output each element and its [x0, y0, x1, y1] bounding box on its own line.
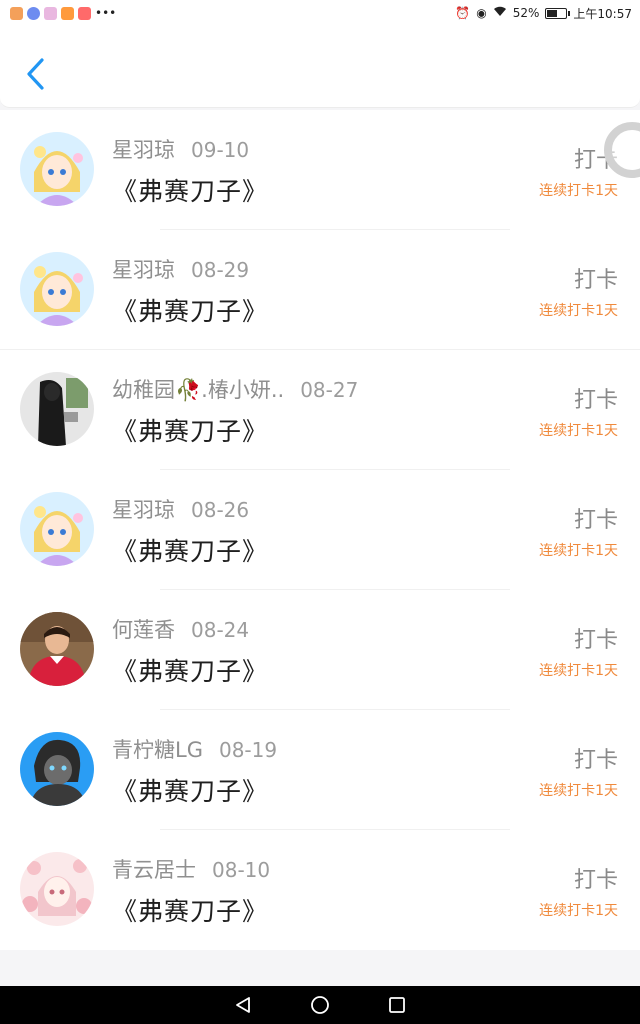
list-item[interactable]: 星羽琼 09-10 《弗赛刀子》 打卡 连续打卡1天 [0, 110, 640, 230]
book-title[interactable]: 《弗赛刀子》 [112, 292, 268, 328]
book-title[interactable]: 《弗赛刀子》 [112, 892, 268, 928]
streak-label: 连续打卡1天 [539, 903, 618, 919]
checkin-date: 09-10 [191, 138, 250, 162]
user-name[interactable]: 何莲香 [112, 614, 175, 644]
user-name[interactable]: 青柠糖LG [112, 734, 203, 764]
avatar[interactable] [20, 612, 94, 686]
status-bar: ••• ⏰ ◉ 52% 上午10:57 [0, 0, 640, 26]
alarm-icon: ⏰ [455, 6, 471, 20]
avatar[interactable] [20, 852, 94, 926]
more-dots-icon: ••• [95, 6, 117, 20]
battery-icon [545, 7, 571, 19]
checkin-date: 08-26 [191, 498, 250, 522]
streak-label: 连续打卡1天 [539, 663, 618, 679]
checkin-date: 08-29 [191, 258, 250, 282]
top-app-bar [0, 26, 640, 108]
user-name[interactable]: 星羽琼 [112, 494, 175, 524]
avatar[interactable] [20, 732, 94, 806]
app-notification-icon [27, 6, 40, 20]
clock: 上午10:57 [573, 6, 632, 21]
checkin-label: 打卡 [573, 748, 618, 773]
battery-percent: 52% [512, 6, 540, 20]
list-item[interactable]: 幼稚园🥀.椿小妍.. 08-27 《弗赛刀子》 打卡 连续打卡1天 [0, 350, 640, 470]
user-name[interactable]: 青云居士 [112, 854, 196, 884]
list-item[interactable]: 青云居士 08-10 《弗赛刀子》 打卡 连续打卡1天 [0, 830, 640, 950]
book-title[interactable]: 《弗赛刀子》 [112, 172, 268, 208]
book-title[interactable]: 《弗赛刀子》 [112, 532, 268, 568]
streak-label: 连续打卡1天 [539, 543, 618, 559]
streak-label: 连续打卡1天 [539, 303, 618, 319]
back-button[interactable] [18, 54, 52, 94]
list-item[interactable]: 星羽琼 08-29 《弗赛刀子》 打卡 连续打卡1天 [0, 230, 640, 350]
checkin-label: 打卡 [573, 268, 618, 293]
system-navigation-bar [0, 986, 640, 1024]
streak-label: 连续打卡1天 [539, 783, 618, 799]
checkin-date: 08-19 [218, 738, 278, 762]
checkin-date: 08-10 [212, 858, 271, 882]
user-name[interactable]: 星羽琼 [112, 134, 175, 164]
book-title[interactable]: 《弗赛刀子》 [112, 412, 268, 448]
triangle-back-icon[interactable] [234, 996, 252, 1014]
user-name[interactable]: 星羽琼 [112, 254, 175, 284]
list-item[interactable]: 青柠糖LG 08-19 《弗赛刀子》 打卡 连续打卡1天 [0, 710, 640, 830]
checkin-date: 08-24 [191, 618, 250, 642]
checkin-label: 打卡 [573, 508, 618, 533]
square-recents-icon[interactable] [388, 996, 406, 1014]
app-notification-icon [61, 6, 74, 20]
checkin-label: 打卡 [573, 628, 618, 653]
avatar[interactable] [20, 132, 94, 206]
book-title[interactable]: 《弗赛刀子》 [112, 772, 268, 808]
book-title[interactable]: 《弗赛刀子》 [112, 652, 268, 688]
checkin-label: 打卡 [573, 868, 618, 893]
wifi-icon [493, 6, 507, 20]
notification-icons: ••• [10, 6, 116, 20]
streak-label: 连续打卡1天 [539, 423, 618, 439]
streak-label: 连续打卡1天 [539, 183, 618, 199]
list-item[interactable]: 何莲香 08-24 《弗赛刀子》 打卡 连续打卡1天 [0, 590, 640, 710]
user-name[interactable]: 幼稚园🥀.椿小妍.. [112, 374, 284, 404]
eye-icon: ◉ [476, 6, 487, 20]
checkin-label: 打卡 [573, 388, 618, 413]
checkin-list: 星羽琼 09-10 《弗赛刀子》 打卡 连续打卡1天 星羽琼 08-29 《弗赛… [0, 110, 640, 950]
avatar[interactable] [20, 492, 94, 566]
app-notification-icon [10, 6, 23, 20]
avatar[interactable] [20, 252, 94, 326]
app-notification-icon [78, 6, 91, 20]
checkin-date: 08-27 [300, 378, 359, 402]
chevron-left-icon [27, 58, 44, 90]
list-item[interactable]: 星羽琼 08-26 《弗赛刀子》 打卡 连续打卡1天 [0, 470, 640, 590]
circle-home-icon[interactable] [310, 995, 330, 1015]
avatar[interactable] [20, 372, 94, 446]
app-notification-icon [44, 6, 57, 20]
